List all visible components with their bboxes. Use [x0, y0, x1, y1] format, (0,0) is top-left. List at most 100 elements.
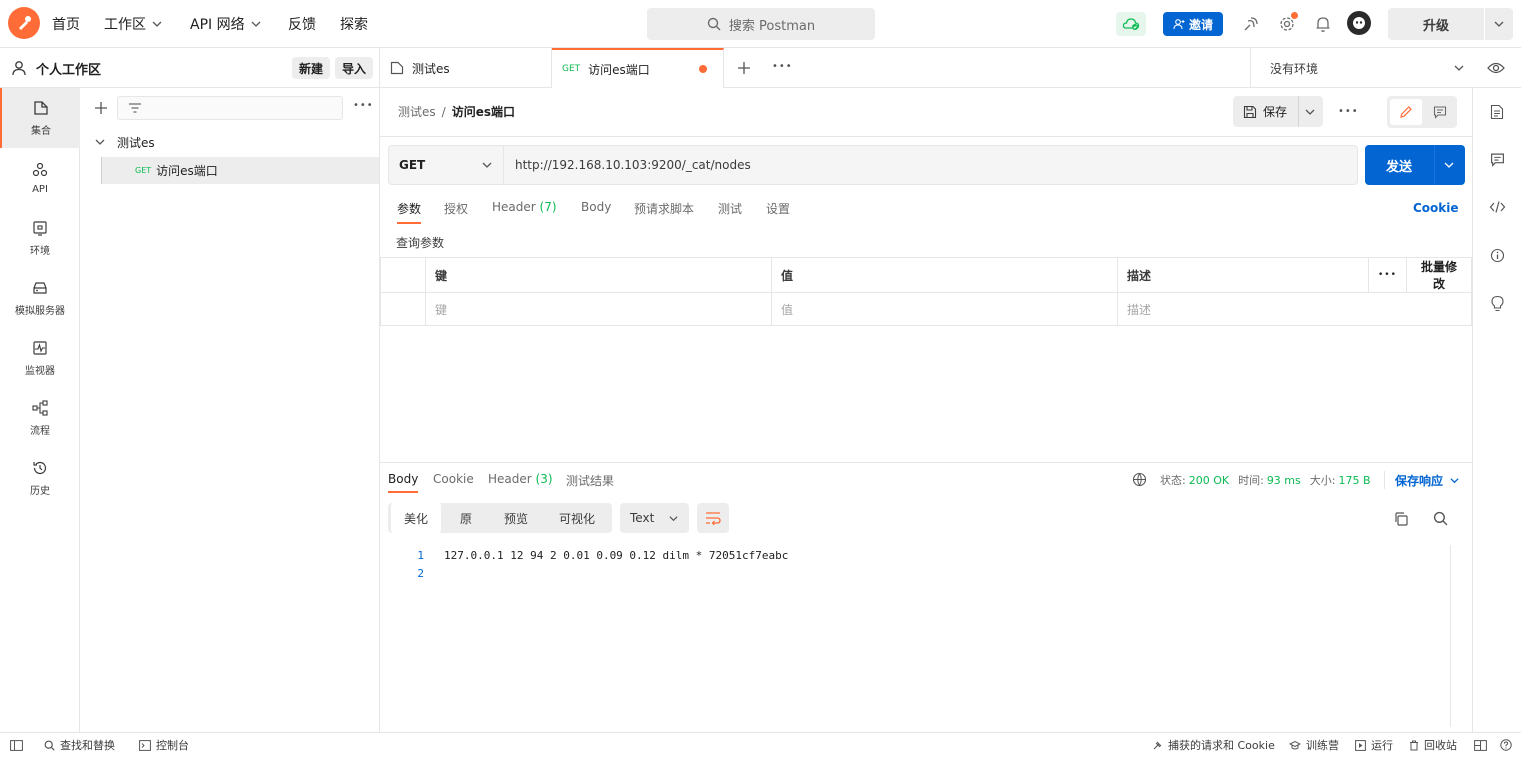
- mode-toggle: [1387, 96, 1457, 128]
- postman-logo-icon[interactable]: [8, 7, 40, 39]
- rail-item-history[interactable]: 历史: [0, 448, 80, 508]
- view-visualize[interactable]: 可视化: [548, 503, 606, 533]
- satellite-icon[interactable]: [1241, 14, 1261, 34]
- tab-collection[interactable]: 测试es: [380, 48, 552, 88]
- nav-explore[interactable]: 探索: [340, 0, 368, 47]
- avatar[interactable]: [1347, 11, 1371, 35]
- import-button[interactable]: 导入: [335, 57, 374, 79]
- time-value[interactable]: 93 ms: [1267, 474, 1301, 487]
- globe-icon[interactable]: [1132, 472, 1147, 487]
- add-icon[interactable]: [94, 101, 108, 115]
- comment-mode-button[interactable]: [1425, 99, 1455, 125]
- left-rail: 集合 API 环境 模拟服务器 监视器 流程 历史: [0, 88, 80, 732]
- column-more-icon[interactable]: •••: [1368, 257, 1407, 293]
- description-input[interactable]: 描述: [1117, 292, 1472, 326]
- new-button[interactable]: 新建: [292, 57, 331, 79]
- nav-feedback[interactable]: 反馈: [288, 0, 316, 47]
- lightbulb-icon[interactable]: [1490, 295, 1505, 312]
- chevron-down-icon[interactable]: [1304, 106, 1316, 118]
- tab-params[interactable]: 参数: [397, 200, 421, 217]
- resp-tab-test-results[interactable]: 测试结果: [566, 472, 614, 489]
- find-replace-button[interactable]: 查找和替换: [44, 733, 115, 757]
- view-pretty[interactable]: 美化: [391, 503, 441, 533]
- status-value[interactable]: 200 OK: [1189, 474, 1229, 487]
- send-button[interactable]: 发送: [1365, 145, 1465, 185]
- tab-headers[interactable]: Header (7): [492, 200, 557, 214]
- eye-icon[interactable]: [1487, 61, 1505, 75]
- request-more-icon[interactable]: •••: [1338, 106, 1359, 117]
- key-input[interactable]: 键: [425, 292, 772, 326]
- toggle-sidebar-button[interactable]: [10, 733, 23, 757]
- format-select[interactable]: Text: [620, 503, 689, 533]
- documentation-icon[interactable]: [1490, 104, 1504, 120]
- nav-api-network[interactable]: API 网络: [190, 0, 263, 47]
- tab-body[interactable]: Body: [581, 200, 611, 214]
- more-icon[interactable]: •••: [353, 100, 374, 111]
- edit-mode-button[interactable]: [1390, 99, 1422, 125]
- new-tab-icon[interactable]: [737, 61, 751, 75]
- request-item[interactable]: GET 访问es端口: [101, 157, 379, 184]
- search-icon[interactable]: [1433, 511, 1448, 526]
- runner-button[interactable]: 运行: [1355, 733, 1393, 757]
- environment-select[interactable]: 没有环境: [1270, 48, 1465, 88]
- cookie-link[interactable]: Cookie: [1413, 201, 1459, 215]
- resp-tab-body[interactable]: Body: [388, 472, 418, 486]
- workspace-title: 个人工作区: [36, 63, 102, 78]
- response-body[interactable]: 1 127.0.0.1 12 94 2 0.01 0.09 0.12 dilm …: [400, 547, 788, 583]
- upgrade-button[interactable]: 升级: [1388, 8, 1484, 40]
- url-input[interactable]: http://192.168.10.103:9200/_cat/nodes: [505, 146, 1355, 184]
- comment-icon: [1433, 106, 1447, 119]
- layout-button[interactable]: [1474, 733, 1487, 757]
- trash-button[interactable]: 回收站: [1409, 733, 1457, 757]
- tab-method: GET: [562, 64, 581, 74]
- bootcamp-button[interactable]: 训练营: [1289, 733, 1339, 757]
- save-button[interactable]: 保存: [1233, 96, 1323, 127]
- rail-item-flows[interactable]: 流程: [0, 388, 80, 448]
- tab-tests[interactable]: 测试: [718, 200, 742, 217]
- global-search[interactable]: 搜索 Postman: [647, 8, 875, 40]
- breadcrumb-parent[interactable]: 测试es: [398, 103, 436, 120]
- help-button[interactable]: [1500, 733, 1512, 757]
- nav-home[interactable]: 首页: [52, 0, 80, 47]
- tab-request[interactable]: GET 访问es端口: [552, 48, 724, 88]
- rail-item-mock-servers[interactable]: 模拟服务器: [0, 268, 80, 328]
- value-input[interactable]: 值: [771, 292, 1118, 326]
- info-icon[interactable]: [1490, 248, 1505, 263]
- resp-tab-headers[interactable]: Header (3): [488, 472, 553, 486]
- rail-item-environments[interactable]: 环境: [0, 208, 80, 268]
- view-preview[interactable]: 预览: [494, 503, 538, 533]
- invite-button[interactable]: 邀请: [1163, 12, 1223, 36]
- console-button[interactable]: 控制台: [139, 733, 189, 757]
- tabs-more-icon[interactable]: •••: [772, 61, 793, 72]
- right-rail: [1472, 88, 1521, 732]
- save-response-button[interactable]: 保存响应: [1395, 472, 1460, 489]
- nav-workspaces[interactable]: 工作区: [104, 0, 164, 47]
- chevron-down-icon: [95, 139, 105, 145]
- bulk-edit-button[interactable]: 批量修改: [1405, 257, 1473, 293]
- bell-icon[interactable]: [1313, 14, 1333, 34]
- size-value[interactable]: 175 B: [1338, 474, 1370, 487]
- comments-icon[interactable]: [1490, 152, 1505, 167]
- resp-tab-cookie[interactable]: Cookie: [433, 472, 474, 486]
- tab-settings[interactable]: 设置: [766, 200, 790, 217]
- upgrade-menu-button[interactable]: [1485, 8, 1513, 40]
- filter-input[interactable]: [117, 96, 343, 120]
- tab-pre-request[interactable]: 预请求脚本: [634, 200, 694, 217]
- copy-icon[interactable]: [1393, 511, 1409, 527]
- time-label: 时间:: [1238, 474, 1264, 487]
- rail-item-collections[interactable]: 集合: [0, 88, 80, 148]
- rail-item-api[interactable]: API: [0, 148, 80, 208]
- method-select[interactable]: GET: [389, 146, 504, 184]
- capture-icon: [1153, 741, 1162, 749]
- code-icon[interactable]: [1489, 200, 1506, 214]
- response-scrollbar[interactable]: [1450, 545, 1466, 727]
- capture-button[interactable]: 捕获的请求和 Cookie: [1152, 733, 1275, 757]
- tab-auth[interactable]: 授权: [444, 200, 468, 217]
- collection-item[interactable]: 测试es: [80, 130, 380, 154]
- wrap-lines-button[interactable]: [697, 503, 729, 533]
- rail-item-monitors[interactable]: 监视器: [0, 328, 80, 388]
- chevron-down-icon[interactable]: [1443, 159, 1455, 171]
- sync-status-icon[interactable]: [1116, 12, 1146, 36]
- view-raw[interactable]: 原: [448, 503, 484, 533]
- settings-icon[interactable]: [1277, 12, 1298, 34]
